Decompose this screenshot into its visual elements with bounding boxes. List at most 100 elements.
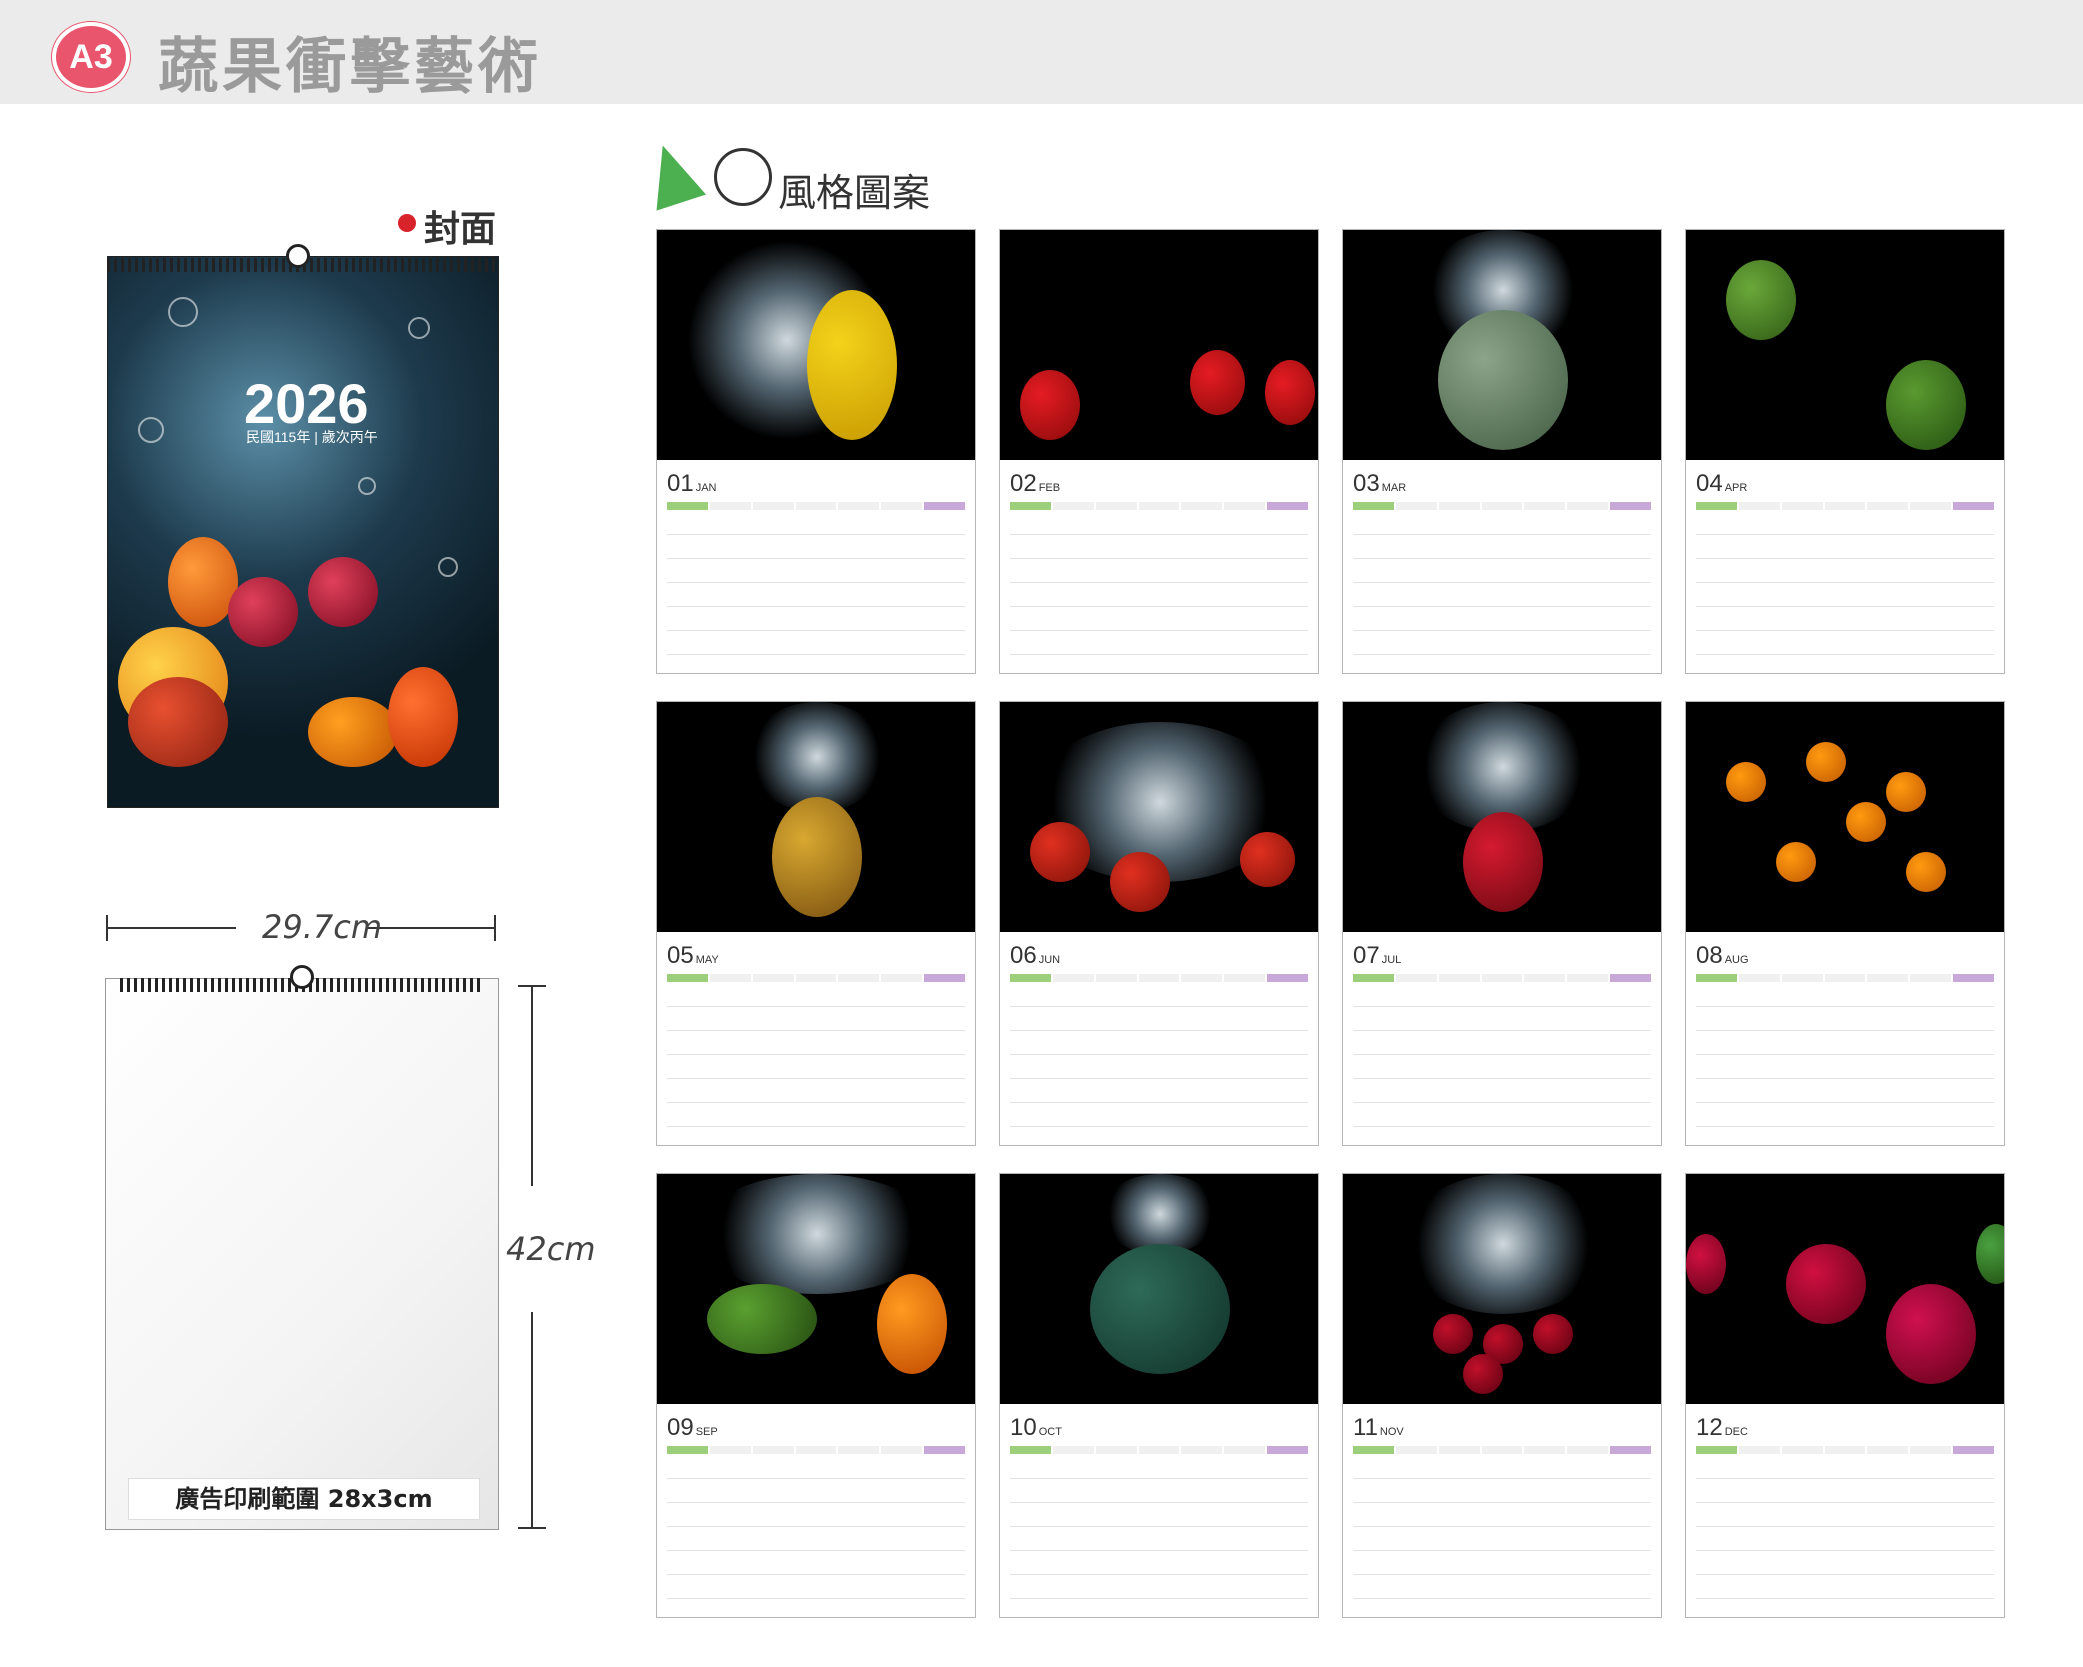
calendar-gridline xyxy=(1353,1526,1651,1527)
calendar-gridline xyxy=(1353,654,1651,655)
month-number: 08 xyxy=(1696,942,1723,969)
blank-hanger-hole xyxy=(290,965,314,989)
month-heading: 07 JUL xyxy=(1353,942,1401,970)
month-photo xyxy=(1000,702,1318,932)
calendar-gridline xyxy=(1010,1126,1308,1127)
calendar-gridline xyxy=(667,558,965,559)
calendar-gridline xyxy=(1696,630,1994,631)
calendar-gridline xyxy=(667,1550,965,1551)
month-card-jul: 07 JUL xyxy=(1342,701,1662,1146)
triangle-icon xyxy=(638,137,706,211)
cover-hanger-hole xyxy=(286,244,310,268)
month-number: 09 xyxy=(667,1414,694,1441)
calendar-gridline xyxy=(667,1102,965,1103)
weekday-header xyxy=(1696,1446,1995,1454)
calendar-gridline xyxy=(1353,1478,1651,1479)
month-number: 01 xyxy=(667,470,694,497)
weekday-header xyxy=(1353,1446,1652,1454)
calendar-gridline xyxy=(667,1502,965,1503)
width-label: 29.7cm xyxy=(262,908,383,946)
cover-image: 2026 民國115年 | 歲次丙午 xyxy=(107,256,499,808)
month-number: 03 xyxy=(1353,470,1380,497)
month-number: 04 xyxy=(1696,470,1723,497)
month-heading: 08 AUG xyxy=(1696,942,1749,970)
calendar-gridline xyxy=(1353,534,1651,535)
month-photo xyxy=(1343,702,1661,932)
month-card-apr: 04 APR xyxy=(1685,229,2005,674)
calendar-gridline xyxy=(1696,1102,1994,1103)
calendar-gridline xyxy=(1353,1598,1651,1599)
month-photo xyxy=(657,702,975,932)
calendar-gridline xyxy=(1696,582,1994,583)
calendar-gridline xyxy=(1696,1478,1994,1479)
calendar-gridline xyxy=(667,1078,965,1079)
month-abbr: OCT xyxy=(1038,1426,1062,1438)
calendar-gridline xyxy=(1010,1526,1308,1527)
calendar-gridline xyxy=(1696,1574,1994,1575)
calendar-gridline xyxy=(1353,1502,1651,1503)
month-abbr: MAR xyxy=(1381,482,1407,494)
height-label: 42cm xyxy=(506,1230,596,1268)
width-dim-tick-left xyxy=(106,915,108,941)
month-card-jun: 06 JUN xyxy=(999,701,1319,1146)
month-photo xyxy=(1343,230,1661,460)
month-heading: 06 JUN xyxy=(1010,942,1060,970)
calendar-gridline xyxy=(1696,1550,1994,1551)
month-photo xyxy=(1686,702,2004,932)
cover-subtitle: 民國115年 | 歲次丙午 xyxy=(246,429,378,445)
calendar-gridline xyxy=(1696,1078,1994,1079)
calendar-gridline xyxy=(1010,606,1308,607)
calendar-gridline xyxy=(1696,1054,1994,1055)
month-heading: 05 MAY xyxy=(667,942,719,970)
month-photo xyxy=(1686,230,2004,460)
calendar-gridline xyxy=(1353,1102,1651,1103)
month-heading: 09 SEP xyxy=(667,1414,718,1442)
calendar-gridline xyxy=(1353,582,1651,583)
ad-area-label: 廣告印刷範圍 28x3cm xyxy=(128,1478,480,1520)
calendar-gridline xyxy=(1696,1006,1994,1007)
month-heading: 11 NOV xyxy=(1353,1414,1404,1442)
month-photo xyxy=(657,230,975,460)
calendar-gridline xyxy=(1353,606,1651,607)
height-dim-tick-top xyxy=(518,985,546,987)
month-card-mar: 03 MAR xyxy=(1342,229,1662,674)
calendar-gridline xyxy=(667,1126,965,1127)
calendar-gridline xyxy=(667,582,965,583)
month-abbr: DEC xyxy=(1724,1426,1748,1438)
weekday-header xyxy=(667,502,966,510)
month-heading: 10 OCT xyxy=(1010,1414,1062,1442)
calendar-gridline xyxy=(1353,1574,1651,1575)
calendar-gridline xyxy=(667,534,965,535)
weekday-header xyxy=(1010,502,1309,510)
calendar-gridline xyxy=(667,654,965,655)
month-heading: 03 MAR xyxy=(1353,470,1406,498)
height-dim-tick-bottom xyxy=(518,1527,546,1529)
month-number: 06 xyxy=(1010,942,1037,969)
face-icon xyxy=(714,148,772,206)
calendar-gridline xyxy=(1010,1598,1308,1599)
month-card-aug: 08 AUG xyxy=(1685,701,2005,1146)
calendar-gridline xyxy=(1010,558,1308,559)
calendar-gridline xyxy=(1696,1598,1994,1599)
month-abbr: MAY xyxy=(695,954,719,966)
blank-calendar-mockup xyxy=(105,978,499,1530)
month-abbr: NOV xyxy=(1379,1426,1404,1438)
month-abbr: JUL xyxy=(1381,954,1402,966)
calendar-gridline xyxy=(667,1054,965,1055)
calendar-gridline xyxy=(1010,1030,1308,1031)
month-card-sep: 09 SEP xyxy=(656,1173,976,1618)
calendar-gridline xyxy=(1010,1478,1308,1479)
calendar-gridline xyxy=(1010,1574,1308,1575)
month-number: 05 xyxy=(667,942,694,969)
cover-label: 封面 xyxy=(424,209,497,250)
calendar-gridline xyxy=(1696,1030,1994,1031)
header-band: A3 蔬果衝擊藝術 xyxy=(0,0,2083,104)
weekday-header xyxy=(1010,1446,1309,1454)
width-dim-left xyxy=(106,927,236,929)
calendar-gridline xyxy=(667,1006,965,1007)
calendar-gridline xyxy=(1353,630,1651,631)
calendar-gridline xyxy=(1696,558,1994,559)
calendar-gridline xyxy=(667,1526,965,1527)
month-photo xyxy=(1686,1174,2004,1404)
weekday-header xyxy=(1353,974,1652,982)
